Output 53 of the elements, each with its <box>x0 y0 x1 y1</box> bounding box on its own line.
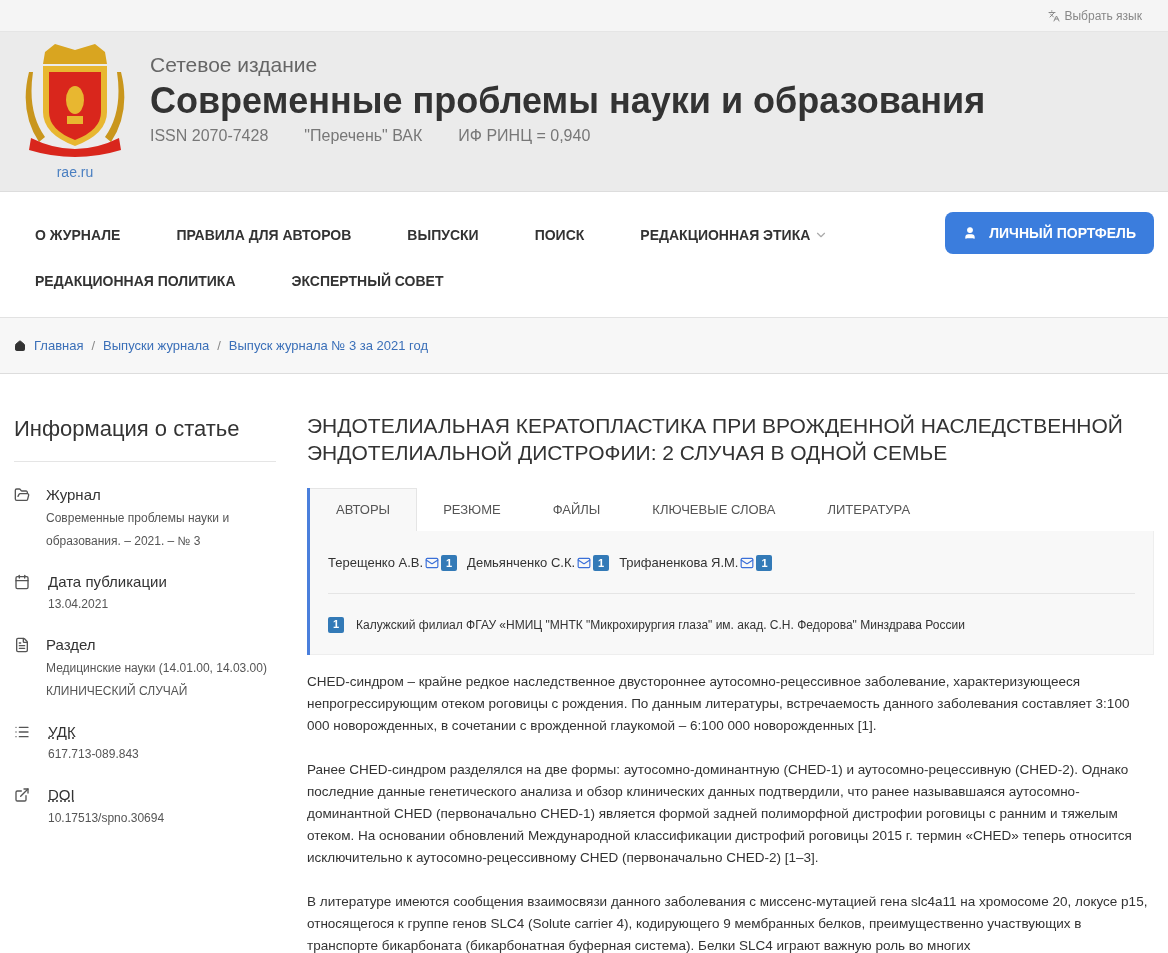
article-title: ЭНДОТЕЛИАЛЬНАЯ КЕРАТОПЛАСТИКА ПРИ ВРОЖДЕННОЙ НАСЛЕДСТВЕННОЙ ЭНДОТЕЛИАЛЬНОЙ ДИСТРОФИИ: 2 СЛУЧАЯ В ОДНОЙ СЕМЬЕ <box>307 413 1124 466</box>
mail-icon[interactable] <box>425 555 440 570</box>
affiliation-number: 1 <box>328 616 344 633</box>
subtitle: Сетевое издание <box>150 52 319 78</box>
breadcrumb-link[interactable]: Выпуск журнала № 3 за 2021 год <box>228 335 429 356</box>
nav-link[interactable]: ПРАВИЛА ДЛЯ АВТОРОВ <box>155 212 373 258</box>
affiliation-text: Калужский филиал ФГАУ «НМИЦ "МНТК "Микрохирургия глаза" им. акад. С.Н. Федорова" Минздрава России <box>356 616 965 634</box>
external-link-icon <box>14 787 30 803</box>
portfolio-button[interactable]: ЛИЧНЫЙ ПОРТФЕЛЬ <box>945 212 1154 254</box>
journal-meta: ИФ РИНЦ = 0,940 <box>458 126 591 146</box>
affiliation-number: 1 <box>756 554 773 571</box>
sidebar-title: Информация о статье <box>14 412 276 462</box>
breadcrumb-separator: / <box>91 336 96 355</box>
breadcrumb-link[interactable]: Главная <box>34 335 84 356</box>
language-icon <box>1048 9 1061 22</box>
site-title: Современные проблемы науки и образования <box>150 79 986 123</box>
document-icon <box>14 637 30 653</box>
journal-meta: ISSN 2070-7428 <box>150 126 269 146</box>
article-paragraph: Ранее CHED-синдром разделялся на две формы: аутосомно-доминантную (CHED-1) и аутосомно-рецессивную (CHED-2). Однако последние данные генетического анализа и обзор клинических данных подтвердили, что ранее называвшаяся аутосомно-доминантной CHED (первоначально CHED-1) является формой задней полиморфной дистрофии роговицы с ранним и тяжелым отеком. На основании обновлений Международной классификации дистрофий роговицы 2015 г. термин «CHED» теперь относится исключительно к аутосомно-рецессивному CHED (первоначально CHED-2) [1–3]. <box>307 760 1133 867</box>
folder-icon <box>14 487 30 503</box>
nav-link[interactable]: О ЖУРНАЛЕ <box>14 212 142 258</box>
user-icon <box>963 226 978 240</box>
nav-link[interactable]: ВЫПУСКИ <box>386 212 500 258</box>
article-paragraph: CHED-синдром – крайне редкое наследственное двустороннее аутосомно-рецессивное заболевание, характеризующееся непрогрессирующим отеком роговицы с рождения. По данным литературы, встречаемость данного заболевания составляет 3:100 000 новорожденных, в сочетании с врожденной глаукомой – 6:100 000 новорожденных [1]. <box>307 672 1131 735</box>
author-name: Терещенко А.В. <box>328 554 424 572</box>
breadcrumb-link[interactable]: Выпуски журнала <box>103 335 210 356</box>
nav-link[interactable]: РЕДАКЦИОННАЯ ПОЛИТИКА <box>14 258 257 304</box>
nav-link[interactable]: РЕДАКЦИОННАЯ ЭТИКА <box>619 212 850 258</box>
breadcrumb-separator: / <box>217 336 221 355</box>
journal-meta: "Перечень" ВАК <box>304 126 423 146</box>
info-value: 10.17513/spno.30694 <box>48 809 165 827</box>
mail-icon[interactable] <box>740 555 755 570</box>
article-paragraph: В литературе имеются сообщения взаимосвязи данного заболевания с миссенс-мутацией гена slc4a11 на хромосоме 20, локусе p15, относящегося к группе генов SLC4 (Solute carrier 4), кодирующего 9 мембранных белков, преимущественно участвующих в транспорте бикарбоната (бикарбонатная буферная система). Белки SLC4 играют важную роль во многих <box>307 892 1149 953</box>
info-value: 13.04.2021 <box>48 596 110 613</box>
mail-icon[interactable] <box>577 555 592 570</box>
info-label: Раздел <box>46 635 96 655</box>
info-value: 617.713-089.843 <box>48 746 139 763</box>
nav-link[interactable]: ЭКСПЕРТНЫЙ СОВЕТ <box>270 258 465 304</box>
info-label: Журнал <box>46 485 101 505</box>
home-icon <box>14 339 26 352</box>
info-value: Медицинские науки (14.01.00, 14.03.00) КЛИНИЧЕСКИЙ СЛУЧАЙ <box>46 659 268 700</box>
info-value: Современные проблемы науки и образования. – 2021. – № 3 <box>46 509 231 550</box>
affiliation-number: 1 <box>593 554 610 571</box>
info-label: Дата публикации <box>48 571 167 592</box>
author-name: Демьянченко С.К. <box>467 554 576 572</box>
author-name: Трифаненкова Я.М. <box>619 554 739 572</box>
tab[interactable]: АВТОРЫ <box>310 488 418 531</box>
info-label: УДК <box>48 721 76 742</box>
calendar-icon <box>14 573 30 590</box>
affiliation-number: 1 <box>441 554 458 571</box>
logo-caption-link[interactable]: rae.ru <box>56 162 94 183</box>
info-label: DOI <box>48 785 75 805</box>
nav-link[interactable]: ПОИСК <box>513 212 606 258</box>
